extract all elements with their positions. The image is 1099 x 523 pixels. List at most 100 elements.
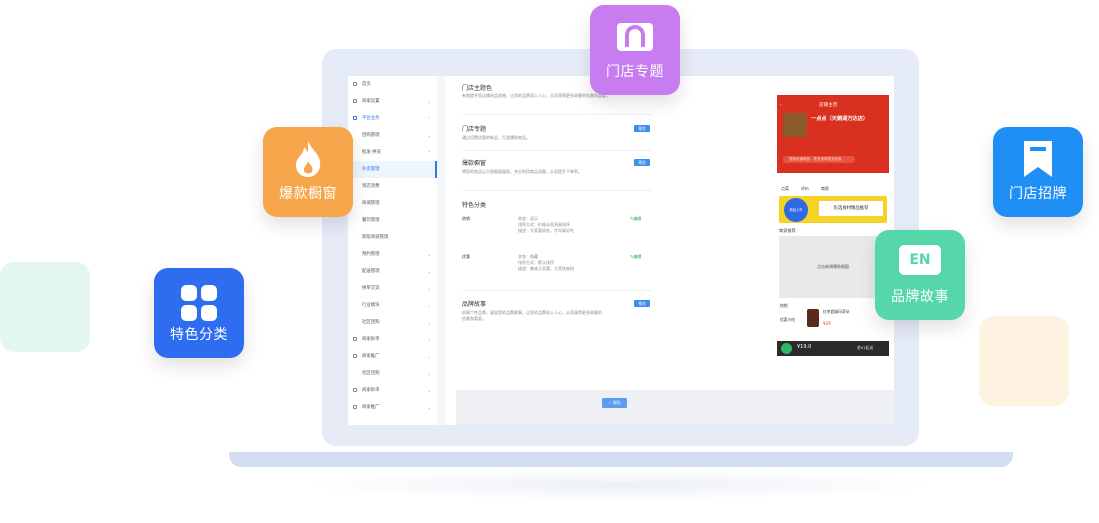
list-icon [353, 388, 357, 392]
shop-name: 一点点（天鹅湖万达店） [811, 116, 869, 122]
section-divider [462, 150, 652, 151]
recommend-title: 商家推荐 [779, 228, 796, 233]
sidebar-item-mall[interactable]: 商城管理 [348, 195, 437, 212]
section-title-theme: 门店主题色 [462, 85, 493, 92]
decor-block-cream [979, 316, 1069, 406]
badge-store-topic: 门店专题 [590, 5, 680, 95]
section-divider [462, 190, 652, 191]
chevron-down-icon: ⌄ [427, 133, 431, 138]
chevron-up-icon: ⌃ [427, 150, 431, 155]
sidebar-divider [437, 76, 445, 425]
shop-photo [783, 113, 807, 137]
product-name: 红茶超级玛奇朵 [823, 309, 850, 314]
back-icon[interactable]: ‹ [780, 102, 782, 107]
section-desc-story: 创建个性品牌，展现您的品牌故事，让您的品牌深入人心，从而获得更多顾客的信赖和喜爱… [462, 310, 602, 321]
badge-label: 门店专题 [606, 64, 664, 80]
sidebar: 首页 商家设置 ⌄ 平台业务 ⌃ 团购管理 ⌄ 批发·供货 ⌃ 外卖管理 到店消费 商城… [348, 76, 438, 425]
chevron-down-icon: ⌄ [427, 337, 431, 342]
section-desc-window: 将您的商品以大图橱窗展现，充分利用商品流量，从而提升下单率。 [462, 169, 582, 174]
recommend-placeholder[interactable]: 点击新增爆款橱窗 [779, 236, 887, 298]
decor-block-mint [0, 262, 90, 352]
section-title-window: 爆款橱窗 [462, 160, 487, 167]
sidebar-item-new-mall[interactable]: 新版商城管理 [348, 229, 437, 246]
phone-search-input[interactable]: 搜索店铺商品，更多选择更多优惠 [783, 156, 855, 163]
section-divider [462, 114, 652, 115]
badge-label: 特色分类 [170, 327, 228, 343]
product-image [807, 309, 819, 327]
section-divider [462, 290, 652, 291]
category-promo-label: 优惠 [462, 254, 470, 259]
preview-button-window[interactable]: 预览 [634, 159, 650, 166]
sidebar-item-community-2[interactable]: 社区团购 ⌄ [348, 365, 437, 382]
megaphone-icon [353, 405, 357, 409]
chevron-down-icon: ⌄ [427, 320, 431, 325]
section-title-topic: 门店专题 [462, 126, 487, 133]
chevron-down-icon: ⌄ [427, 99, 431, 104]
sidebar-item-wholesale[interactable]: 批发·供货 ⌃ [348, 144, 437, 161]
category-hot-label: 热销 [462, 216, 470, 221]
sidebar-item-takeout[interactable]: 外卖管理 [348, 161, 437, 178]
save-button[interactable]: ✓ 保存 [602, 398, 627, 408]
list-category-hot[interactable]: 热销 [780, 303, 788, 309]
bookmark-icon [1024, 141, 1052, 177]
sidebar-item-booking[interactable]: 预约管理 ⌄ [348, 246, 437, 263]
chevron-down-icon: ⌄ [427, 286, 431, 291]
cart-icon[interactable] [781, 343, 792, 354]
footer-bar: ✓ 保存 [456, 390, 894, 425]
sidebar-item-split-2[interactable]: 商家拆单 ⌄ [348, 382, 437, 399]
badge-store-sign: 门店招牌 [993, 127, 1083, 217]
chevron-up-icon: ⌃ [427, 116, 431, 121]
cart-price: ¥19.0 [797, 344, 812, 350]
sidebar-item-promote[interactable]: 商家推广 ⌄ [348, 348, 437, 365]
list-category-promo[interactable]: 优惠小吃 [780, 317, 795, 323]
chevron-down-icon: ⌄ [427, 269, 431, 274]
flame-icon [296, 141, 321, 177]
gear-icon [353, 99, 357, 103]
tab-review[interactable]: 评价 [801, 186, 809, 192]
tab-order[interactable]: 点菜 [781, 186, 789, 192]
sidebar-item-delivery[interactable]: 配送管理 ⌄ [348, 263, 437, 280]
settings-content: 门店主题色 有效提升您店铺的品质感，让您的品牌深入人心，从而获得更多顾客的信赖和… [450, 76, 772, 394]
checkout-button[interactable]: 差¥1起送 [857, 345, 873, 351]
sidebar-item-home[interactable]: 首页 [348, 76, 437, 93]
edit-button-hot[interactable]: ✎编辑 [630, 216, 641, 222]
badge-brand-story: EN 品牌故事 [875, 230, 965, 320]
badge-label: 品牌故事 [891, 289, 949, 305]
sidebar-item-instore[interactable]: 到店消费 [348, 178, 437, 195]
tab-shop[interactable]: 商家 [821, 186, 829, 192]
sidebar-item-community[interactable]: 社区团购 ⌄ [348, 314, 437, 331]
badge-feature-category: 特色分类 [154, 268, 244, 358]
preview-button-story[interactable]: 预览 [634, 300, 650, 307]
grid-icon [181, 285, 217, 321]
list-icon [353, 337, 357, 341]
phone-banner: 新品上市 优选食材精品推荐 [779, 196, 887, 223]
badge-label: 门店招牌 [1009, 186, 1067, 202]
sidebar-item-promote-2[interactable]: 商家推广 ⌄ [348, 399, 437, 416]
home-icon [353, 82, 357, 86]
sidebar-item-groupbuy[interactable]: 团购管理 ⌄ [348, 127, 437, 144]
laptop-shadow [300, 470, 940, 500]
section-desc-theme: 有效提升您店铺的品质感，让您的品牌深入人心，从而获得更多顾客的信赖和喜爱。 [462, 93, 610, 98]
shop-icon [617, 23, 653, 51]
phone-tabs: 点菜 评价 商家 [777, 185, 889, 193]
sidebar-item-industry[interactable]: 行业模块 ⌄ [348, 297, 437, 314]
chevron-down-icon: ⌄ [427, 388, 431, 393]
sidebar-item-dining[interactable]: 餐饮管理 [348, 212, 437, 229]
chevron-down-icon: ⌄ [427, 252, 431, 257]
grid-icon [353, 116, 357, 120]
section-title-category: 特色分类 [462, 202, 487, 209]
sidebar-item-platform[interactable]: 平台业务 ⌃ [348, 110, 437, 127]
megaphone-icon [353, 354, 357, 358]
sidebar-item-shop-settings[interactable]: 商家设置 ⌄ [348, 93, 437, 110]
edit-button-promo[interactable]: ✎编辑 [630, 254, 641, 260]
preview-button-topic[interactable]: 预览 [634, 125, 650, 132]
sidebar-item-pindan[interactable]: 拼单交流 ⌄ [348, 280, 437, 297]
badge-hot-window: 爆款橱窗 [263, 127, 353, 217]
admin-screen: 首页 商家设置 ⌄ 平台业务 ⌃ 团购管理 ⌄ 批发·供货 ⌃ 外卖管理 到店消费 商城… [348, 76, 894, 425]
laptop-base [229, 452, 1013, 467]
phone-product-list: 热销 优惠小吃 红茶超级玛奇朵 ¥29 [777, 301, 889, 339]
banner-badge: 新品上市 [784, 198, 808, 222]
product-price: ¥29 [823, 321, 831, 326]
category-promo-desc: 描述：美味又实惠，大家快来抢 [518, 266, 574, 271]
sidebar-item-split[interactable]: 商家拆单 ⌄ [348, 331, 437, 348]
